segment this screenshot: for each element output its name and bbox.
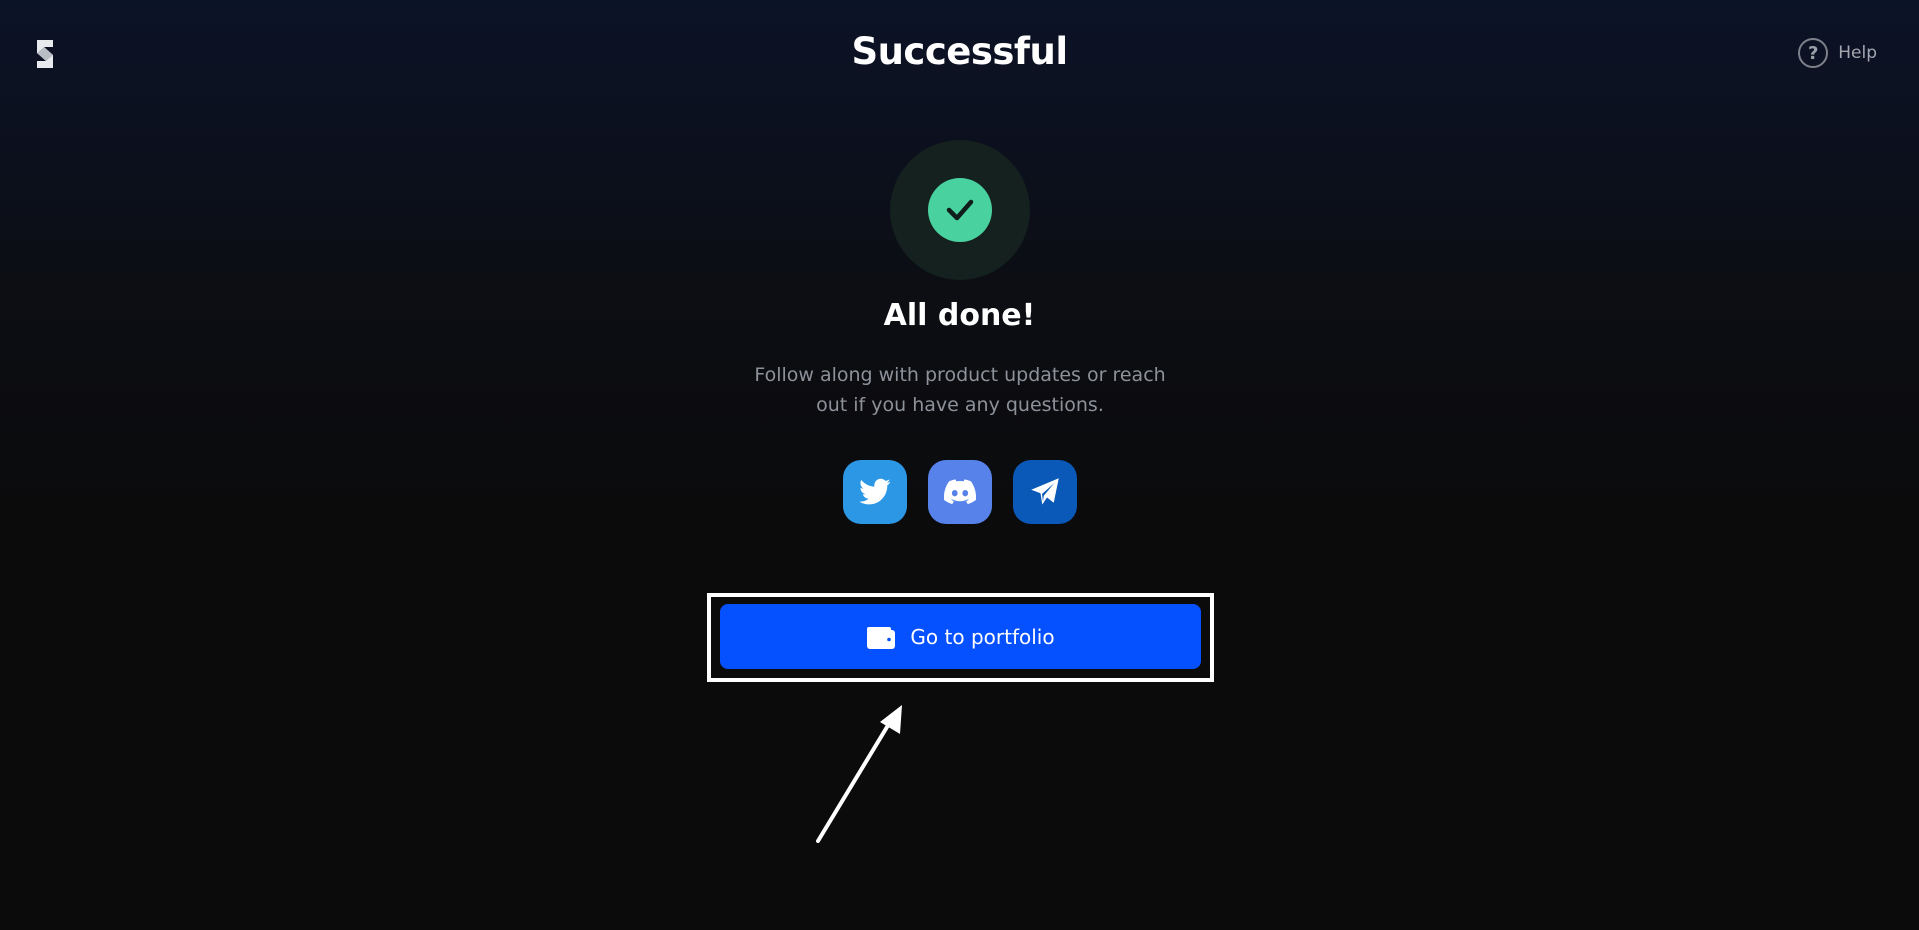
- twitter-icon: [859, 478, 891, 505]
- success-heading: All done!: [883, 298, 1036, 333]
- go-to-portfolio-label: Go to portfolio: [910, 624, 1055, 649]
- discord-icon: [944, 479, 976, 505]
- twitter-link[interactable]: [843, 460, 907, 524]
- pointer-arrow-icon: [816, 705, 902, 843]
- telegram-icon: [1031, 478, 1059, 505]
- go-to-portfolio-button[interactable]: Go to portfolio: [720, 604, 1201, 669]
- success-badge: [890, 140, 1030, 280]
- telegram-link[interactable]: [1013, 460, 1077, 524]
- help-label: Help: [1838, 43, 1877, 63]
- success-page: Successful ? Help All done! Follow along…: [0, 0, 1919, 930]
- discord-link[interactable]: [928, 460, 992, 524]
- success-message: Follow along with product updates or rea…: [754, 364, 1166, 416]
- page-title: Successful: [851, 30, 1068, 73]
- check-circle-icon: [928, 178, 992, 242]
- social-links: [843, 460, 1077, 524]
- help-button[interactable]: ? Help: [1798, 38, 1877, 68]
- question-circle-icon: ?: [1798, 38, 1829, 68]
- wallet-icon: [867, 626, 896, 649]
